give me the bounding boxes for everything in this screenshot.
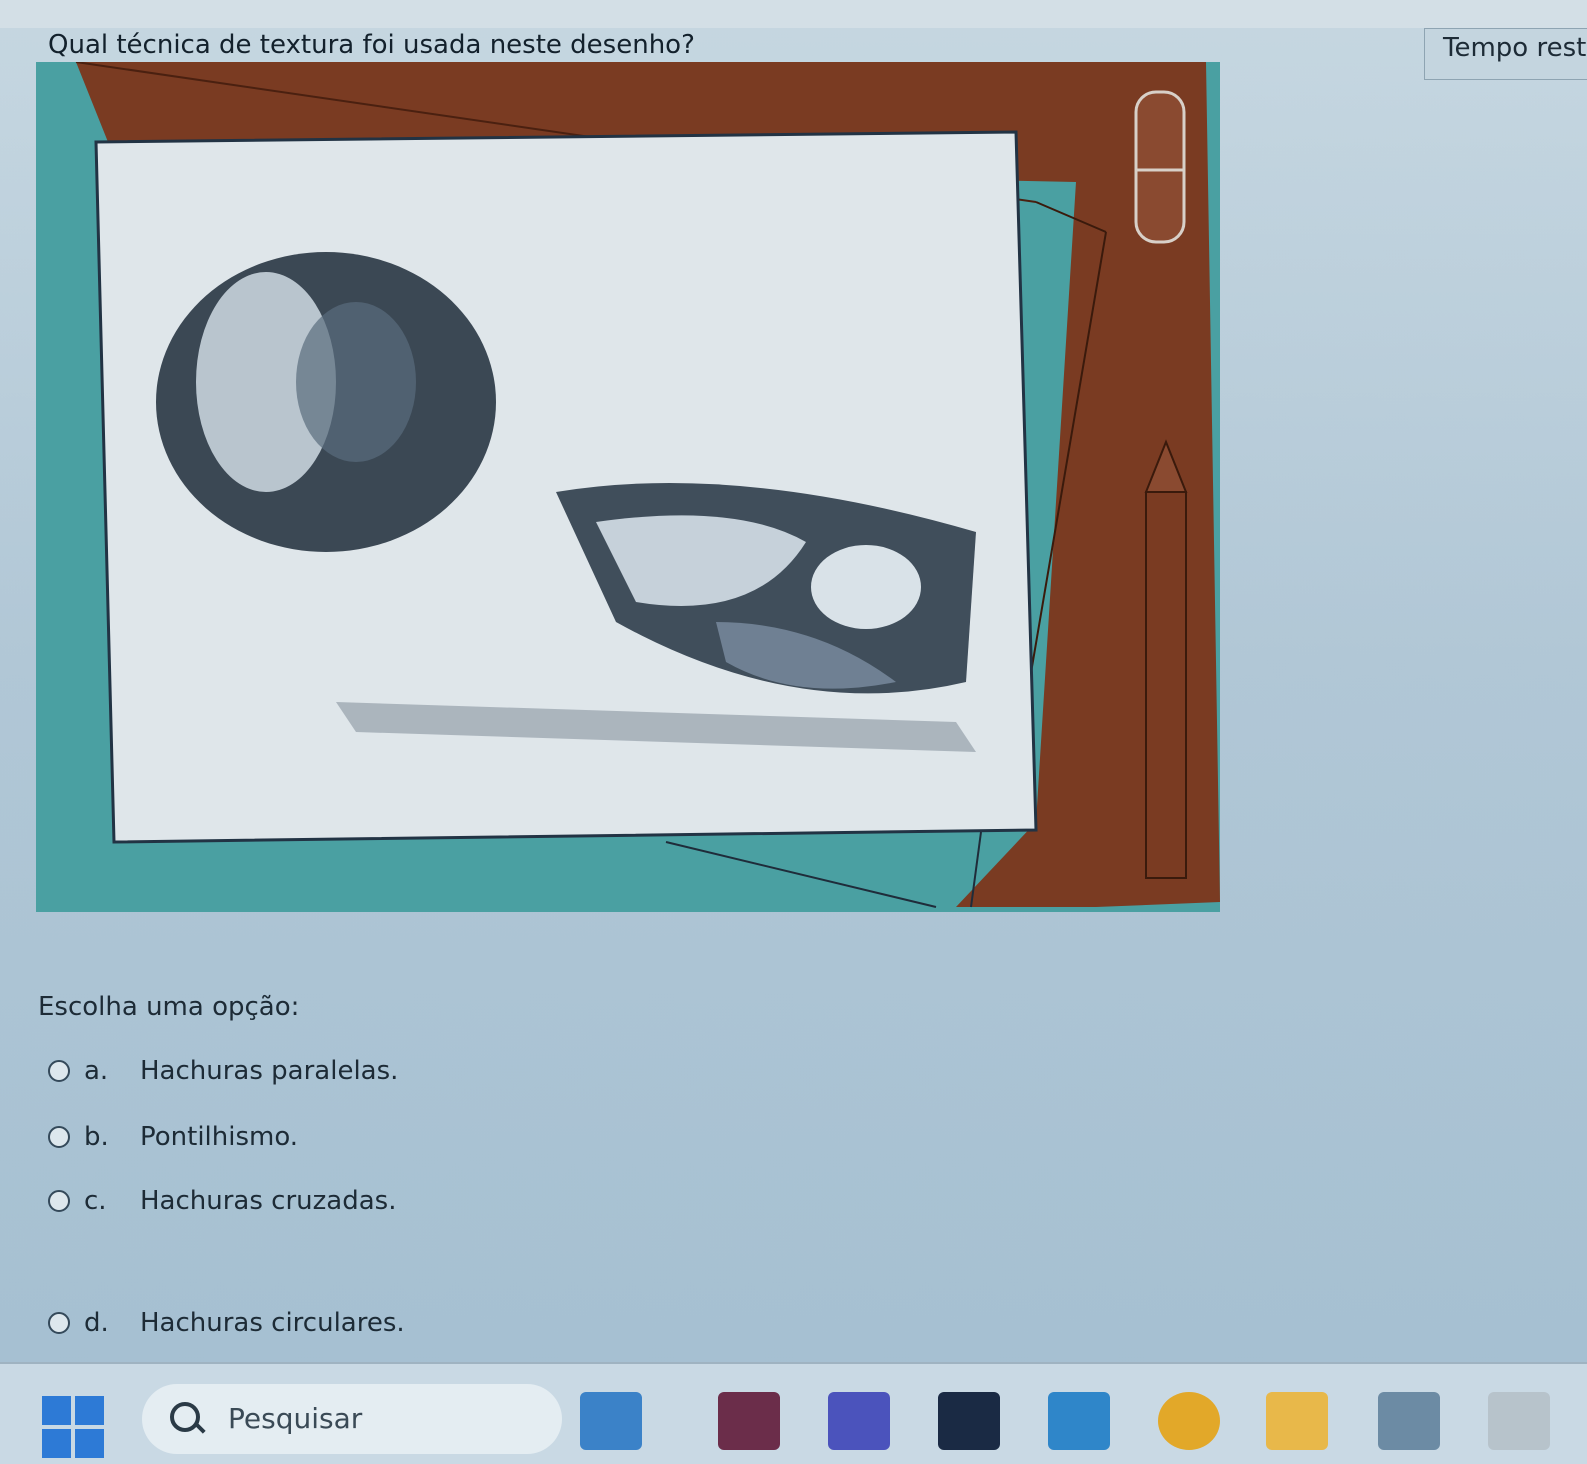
option-b-letter: b. — [84, 1122, 109, 1152]
option-d[interactable]: d. Hachuras circulares. — [48, 1308, 405, 1338]
prime-video-icon[interactable] — [1378, 1392, 1440, 1450]
store-icon[interactable] — [1048, 1392, 1110, 1450]
time-remaining-box: Tempo rest — [1424, 28, 1587, 80]
file-explorer-icon[interactable] — [1266, 1392, 1328, 1450]
question-text: Qual técnica de textura foi usada neste … — [48, 30, 695, 60]
option-c-radio[interactable] — [48, 1190, 70, 1212]
search-placeholder: Pesquisar — [228, 1402, 363, 1435]
search-icon — [170, 1402, 200, 1432]
option-a-letter: a. — [84, 1056, 109, 1086]
question-image — [36, 62, 1220, 912]
option-d-radio[interactable] — [48, 1312, 70, 1334]
option-b-radio[interactable] — [48, 1126, 70, 1148]
windows-start-icon[interactable] — [42, 1396, 104, 1458]
option-d-text: Hachuras circulares. — [140, 1308, 405, 1338]
option-a-text: Hachuras paralelas. — [140, 1056, 399, 1086]
option-a-radio[interactable] — [48, 1060, 70, 1082]
option-a[interactable]: a. Hachuras paralelas. — [48, 1056, 398, 1086]
option-c[interactable]: c. Hachuras cruzadas. — [48, 1186, 396, 1216]
option-c-letter: c. — [84, 1186, 107, 1216]
photos-icon[interactable] — [580, 1392, 642, 1450]
taskbar-search[interactable]: Pesquisar — [142, 1384, 562, 1454]
printer-icon[interactable] — [1488, 1392, 1550, 1450]
option-c-text: Hachuras cruzadas. — [140, 1186, 397, 1216]
browser-top-edge — [0, 0, 1587, 28]
chrome-icon[interactable] — [1158, 1392, 1220, 1450]
disney-plus-icon[interactable] — [938, 1392, 1000, 1450]
time-remaining-label: Tempo rest — [1443, 33, 1587, 63]
option-b[interactable]: b. Pontilhismo. — [48, 1122, 298, 1152]
drawing-illustration — [36, 62, 1220, 912]
option-d-letter: d. — [84, 1308, 109, 1338]
taskbar: Pesquisar — [0, 1362, 1587, 1464]
winrar-icon[interactable] — [718, 1392, 780, 1450]
teams-icon[interactable] — [828, 1392, 890, 1450]
option-b-text: Pontilhismo. — [140, 1122, 299, 1152]
choose-option-label: Escolha uma opção: — [38, 992, 300, 1022]
